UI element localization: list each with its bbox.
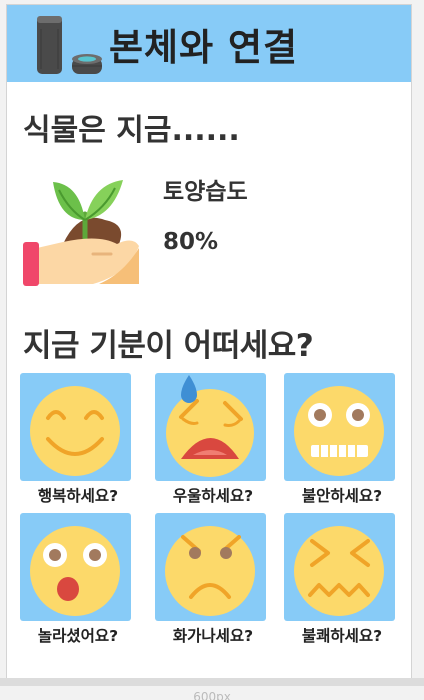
header-bar: 본체와 연결 (7, 5, 411, 82)
soil-moisture-label: 토양습도 (163, 179, 248, 205)
app-frame: 본체와 연결 식물은 지금...... 토양습도 80% 지금 기분이 어떠세요… (6, 4, 412, 682)
mood-label: 불안하세요? (301, 487, 383, 505)
mood-tile[interactable] (20, 513, 131, 621)
plant-in-hand-icon (23, 180, 139, 286)
mood-label: 불쾌하세요? (301, 627, 383, 645)
mood-option-annoyed[interactable]: 불쾌하세요? (280, 513, 404, 653)
plant-status-title: 식물은 지금...... (23, 113, 240, 148)
mood-option-sad[interactable]: 우울하세요? (151, 373, 275, 513)
soil-moisture-value: 80% (163, 229, 219, 255)
anxious-face-icon (294, 386, 384, 476)
mood-option-surprised[interactable]: 놀라셨어요? (16, 513, 140, 653)
mood-tile[interactable] (155, 373, 266, 481)
mood-label: 행복하세요? (37, 487, 119, 505)
happy-face-icon (30, 386, 120, 476)
surprised-face-icon (30, 526, 120, 616)
mood-tile[interactable] (284, 373, 395, 481)
width-hint: 600px (193, 690, 231, 700)
mood-option-anxious[interactable]: 불안하세요? (280, 373, 404, 513)
mood-label: 우울하세요? (172, 487, 254, 505)
sad-sweat-face-icon (166, 375, 254, 477)
smart-speaker-icon[interactable] (35, 13, 105, 77)
mood-tile[interactable] (155, 513, 266, 621)
mood-option-happy[interactable]: 행복하세요? (16, 373, 140, 513)
mood-tile[interactable] (20, 373, 131, 481)
mood-tile[interactable] (284, 513, 395, 621)
mood-label: 화가나세요? (172, 627, 254, 645)
angry-face-icon (165, 526, 255, 616)
annoyed-face-icon (294, 526, 384, 616)
mood-option-angry[interactable]: 화가나세요? (151, 513, 275, 653)
horizontal-scrollbar[interactable] (0, 678, 424, 686)
mood-label: 놀라셨어요? (37, 627, 119, 645)
mood-question-title: 지금 기분이 어떠세요? (23, 328, 314, 364)
page-title: 본체와 연결 (109, 26, 299, 69)
